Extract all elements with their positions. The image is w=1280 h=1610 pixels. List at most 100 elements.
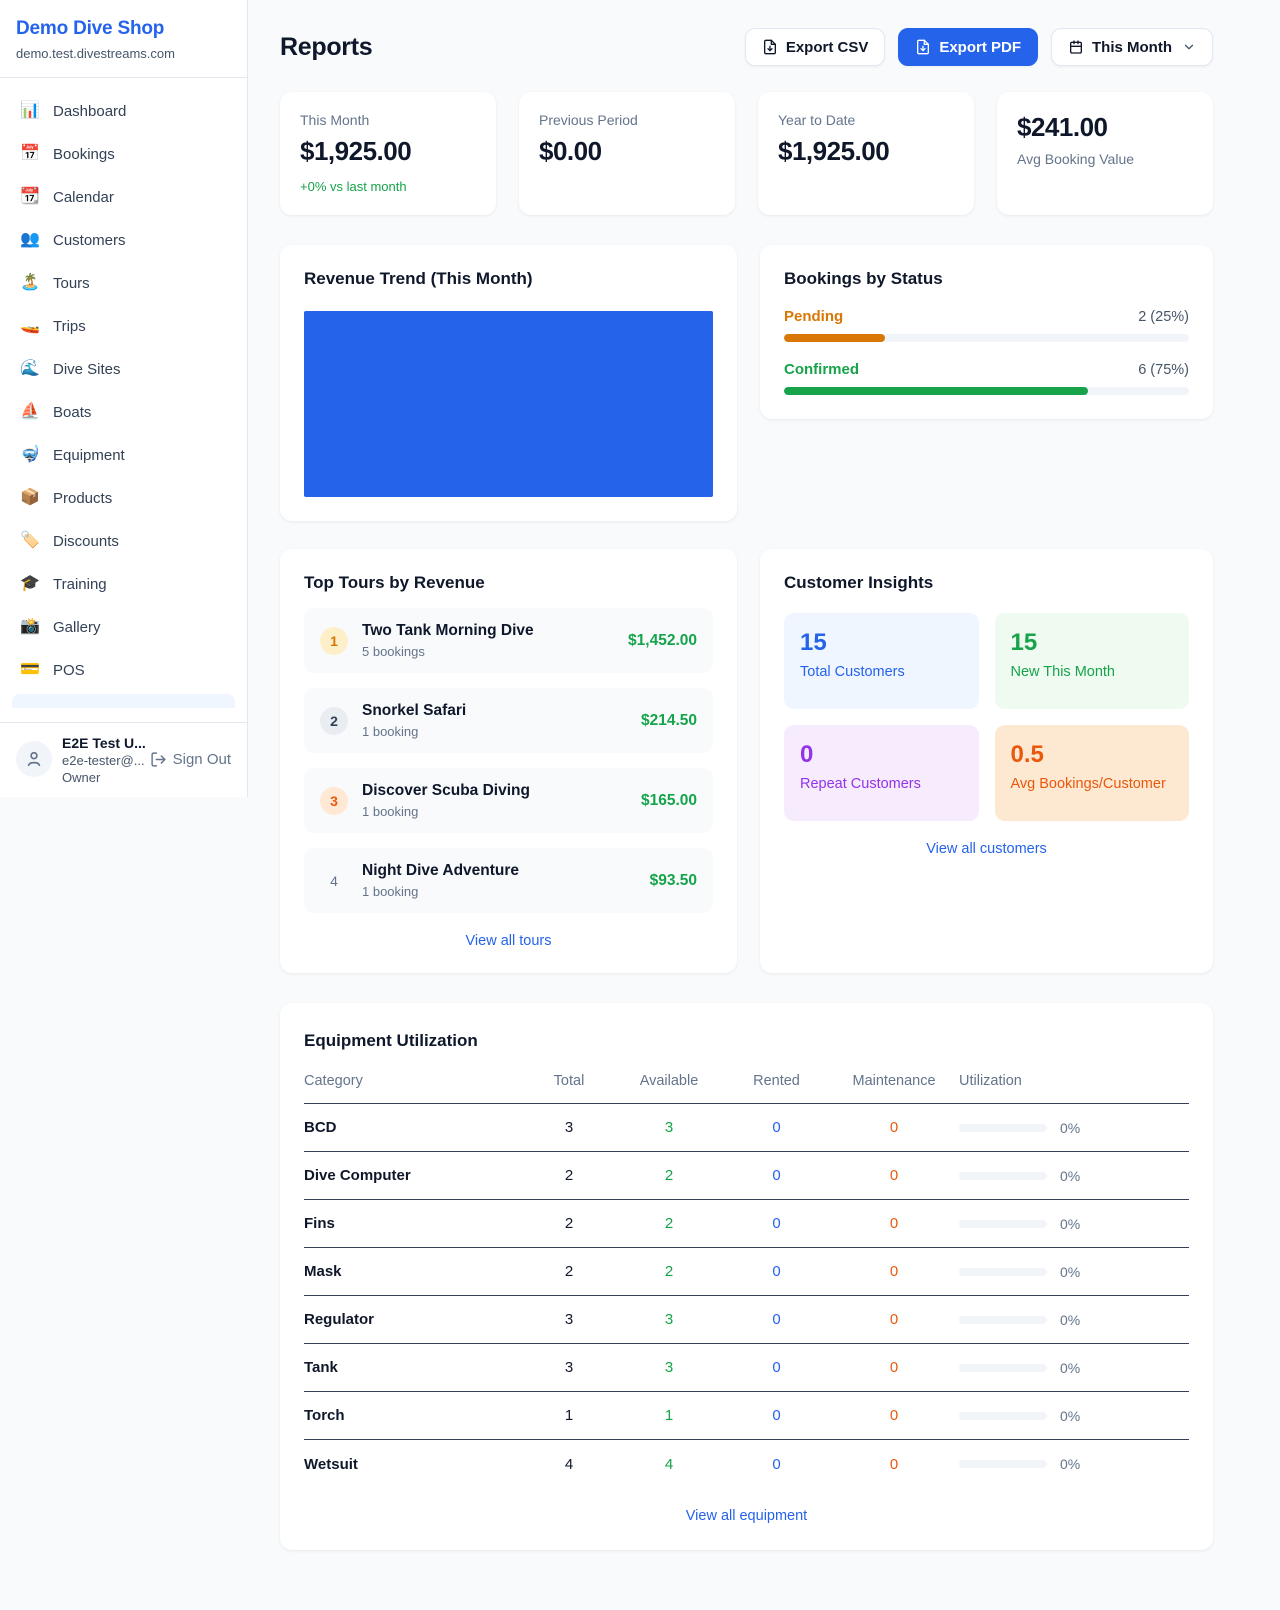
sidebar-user-footer: E2E Test U... e2e-tester@... Owner Sign … <box>0 722 247 797</box>
page-header: Reports Export CSV Export PDF This Month <box>280 28 1213 66</box>
stat-label: Previous Period <box>539 112 715 128</box>
status-row-pending: Pending 2 (25%) <box>784 308 1189 342</box>
tour-bookings: 5 bookings <box>362 644 614 659</box>
cell-rented: 0 <box>724 1215 829 1232</box>
tile-label: New This Month <box>1011 664 1174 680</box>
status-count: 6 (75%) <box>1138 362 1189 378</box>
top-tours-card: Top Tours by Revenue 1 Two Tank Morning … <box>280 549 737 973</box>
calendar-icon <box>1068 39 1084 55</box>
stat-card-previous-period: Previous Period $0.00 <box>519 92 735 215</box>
sign-out-icon <box>150 751 167 768</box>
tour-bookings: 1 booking <box>362 804 627 819</box>
view-all-equipment-link[interactable]: View all equipment <box>304 1508 1189 1524</box>
sidebar-item-label: Calendar <box>53 189 114 206</box>
equipment-utilization-card: Equipment Utilization Category Total Ava… <box>280 1003 1213 1550</box>
sidebar-item-calendar[interactable]: 📆 Calendar <box>8 178 239 216</box>
sidebar-item-dashboard[interactable]: 📊 Dashboard <box>8 92 239 130</box>
column-utilization: Utilization <box>959 1073 1189 1089</box>
tile-label: Total Customers <box>800 664 963 680</box>
cell-rented: 0 <box>724 1456 829 1473</box>
utilization-bar <box>959 1268 1047 1276</box>
table-row: Fins 2 2 0 0 0% <box>304 1200 1189 1248</box>
cell-category: Dive Computer <box>304 1167 524 1184</box>
tile-total-customers: 15 Total Customers <box>784 613 979 709</box>
sidebar-item-customers[interactable]: 👥 Customers <box>8 221 239 259</box>
progress-track <box>784 387 1189 395</box>
cell-total: 3 <box>524 1311 614 1328</box>
cell-total: 1 <box>524 1407 614 1424</box>
stat-card-this-month: This Month $1,925.00 +0% vs last month <box>280 92 496 215</box>
sidebar-item-boats[interactable]: ⛵ Boats <box>8 393 239 431</box>
avatar <box>16 741 52 777</box>
island-icon: 🏝️ <box>20 275 40 291</box>
table-body: BCD 3 3 0 0 0% Dive Computer 2 2 0 0 0% … <box>304 1104 1189 1488</box>
sidebar-brand: Demo Dive Shop demo.test.divestreams.com <box>0 0 247 78</box>
sidebar-item-trips[interactable]: 🚤 Trips <box>8 307 239 345</box>
status-count: 2 (25%) <box>1138 309 1189 325</box>
sidebar-item-label: Customers <box>53 232 126 249</box>
brand-domain: demo.test.divestreams.com <box>16 46 231 61</box>
sidebar-item-label: Boats <box>53 404 91 421</box>
sidebar-item-training[interactable]: 🎓 Training <box>8 565 239 603</box>
cell-category: Tank <box>304 1359 524 1376</box>
stat-card-avg-booking-value: $241.00 Avg Booking Value <box>997 92 1213 215</box>
sidebar-item-label: Equipment <box>53 447 125 464</box>
cell-category: Mask <box>304 1263 524 1280</box>
export-pdf-button[interactable]: Export PDF <box>898 28 1038 66</box>
sidebar-item-equipment[interactable]: 🤿 Equipment <box>8 436 239 474</box>
cell-available: 2 <box>614 1263 724 1280</box>
tour-name: Discover Scuba Diving <box>362 782 627 800</box>
sidebar-item-tours[interactable]: 🏝️ Tours <box>8 264 239 302</box>
tour-name: Two Tank Morning Dive <box>362 622 614 640</box>
tour-row: 2 Snorkel Safari 1 booking $214.50 <box>304 688 713 753</box>
revenue-trend-chart <box>304 311 713 497</box>
cell-rented: 0 <box>724 1119 829 1136</box>
stat-value: $0.00 <box>539 136 715 167</box>
insights-grid: 15 Total Customers 15 New This Month 0 R… <box>784 613 1189 821</box>
insights-row: Top Tours by Revenue 1 Two Tank Morning … <box>280 549 1213 973</box>
utilization-percent: 0% <box>1060 1168 1080 1184</box>
credit-card-icon: 💳 <box>20 662 40 678</box>
sidebar-item-gallery[interactable]: 📸 Gallery <box>8 608 239 646</box>
tour-row: 3 Discover Scuba Diving 1 booking $165.0… <box>304 768 713 833</box>
sidebar-item-products[interactable]: 📦 Products <box>8 479 239 517</box>
sidebar-item-pos[interactable]: 💳 POS <box>8 651 239 689</box>
tile-value: 15 <box>800 629 963 657</box>
export-csv-button[interactable]: Export CSV <box>745 28 886 66</box>
sidebar-item-bookings[interactable]: 📅 Bookings <box>8 135 239 173</box>
cell-category: Wetsuit <box>304 1456 524 1473</box>
table-header-row: Category Total Available Rented Maintena… <box>304 1073 1189 1104</box>
period-dropdown[interactable]: This Month <box>1051 28 1213 66</box>
tour-revenue: $165.00 <box>641 792 697 810</box>
utilization-percent: 0% <box>1060 1264 1080 1280</box>
sidebar-item-label: Dive Sites <box>53 361 121 378</box>
brand-name: Demo Dive Shop <box>16 18 231 40</box>
export-pdf-label: Export PDF <box>939 39 1021 56</box>
table-row: Tank 3 3 0 0 0% <box>304 1344 1189 1392</box>
utilization-bar <box>959 1172 1047 1180</box>
cell-rented: 0 <box>724 1263 829 1280</box>
column-category: Category <box>304 1073 524 1089</box>
view-all-customers-link[interactable]: View all customers <box>784 841 1189 857</box>
progress-fill-pending <box>784 334 885 342</box>
sidebar-item-label: Discounts <box>53 533 119 550</box>
sidebar: Demo Dive Shop demo.test.divestreams.com… <box>0 0 248 797</box>
stat-value: $1,925.00 <box>300 136 476 167</box>
sign-out-button[interactable]: Sign Out <box>150 751 231 768</box>
stat-value: $1,925.00 <box>778 136 954 167</box>
nav-active-item-partial[interactable] <box>12 694 235 708</box>
table-row: Wetsuit 4 4 0 0 0% <box>304 1440 1189 1488</box>
view-all-tours-link[interactable]: View all tours <box>304 933 713 949</box>
tile-value: 15 <box>1011 629 1174 657</box>
column-available: Available <box>614 1073 724 1089</box>
status-label: Pending <box>784 308 843 325</box>
revenue-trend-title: Revenue Trend (This Month) <box>304 269 713 289</box>
sidebar-item-discounts[interactable]: 🏷️ Discounts <box>8 522 239 560</box>
stat-value: $241.00 <box>1017 112 1193 143</box>
cell-available: 4 <box>614 1456 724 1473</box>
cell-total: 3 <box>524 1359 614 1376</box>
utilization-percent: 0% <box>1060 1456 1080 1472</box>
status-row-confirmed: Confirmed 6 (75%) <box>784 361 1189 395</box>
main-content: Reports Export CSV Export PDF This Month… <box>280 0 1213 1550</box>
sidebar-item-dive-sites[interactable]: 🌊 Dive Sites <box>8 350 239 388</box>
